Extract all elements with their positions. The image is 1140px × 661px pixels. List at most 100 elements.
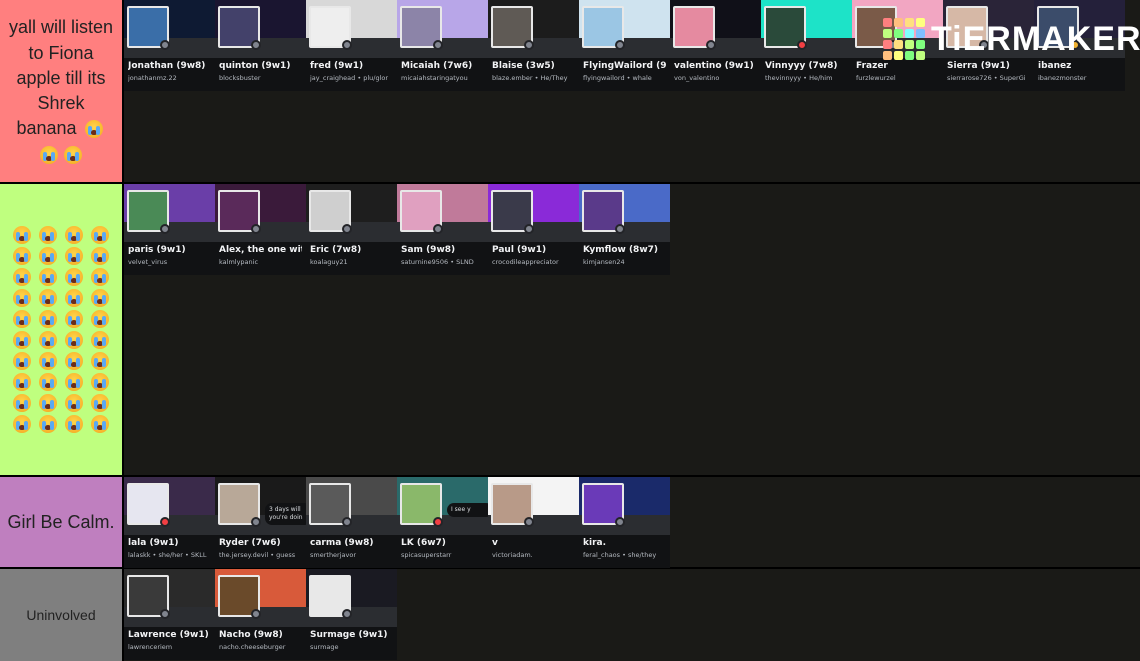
profile-card[interactable]: quinton (9w1) blocksbuster xyxy=(215,0,306,91)
tiermaker-logo[interactable]: TiERMAKER xyxy=(883,18,1140,60)
username-handle: feral_chaos • she/they xyxy=(583,551,657,559)
crying-face-icon xyxy=(91,226,109,244)
emoji-cell xyxy=(89,226,111,244)
profile-info: Frazer furzlewurzel xyxy=(852,58,943,91)
emoji-cell xyxy=(63,415,85,433)
status-indicator-icon xyxy=(524,40,534,50)
profile-card[interactable]: lala (9w1) lalaskk • she/her • SKLL xyxy=(124,477,215,568)
crying-face-icon xyxy=(64,145,82,164)
profile-card[interactable]: Jonathan (9w8) jonathanmz.22 xyxy=(124,0,215,91)
display-name: Nacho (9w8) xyxy=(219,630,283,640)
status-indicator-icon xyxy=(160,40,170,50)
emoji-cell xyxy=(89,247,111,265)
tier-label[interactable]: yall will listen to Fiona apple till its… xyxy=(0,0,124,182)
profile-card[interactable]: Paul (9w1) crocodileappreciator xyxy=(488,184,579,275)
tier-row-2: paris (9w1) velvet_virus Alex, the one wit… xyxy=(0,184,1140,475)
crying-face-icon xyxy=(13,289,31,307)
username-handle: lawrenceriem xyxy=(128,643,173,651)
crying-face-icon xyxy=(91,373,109,391)
tier-board: yall will listen to Fiona apple till its… xyxy=(0,0,1140,661)
profile-card[interactable]: I see y LK (6w7) spicasuperstarr xyxy=(397,477,488,568)
username-handle: the.jersey.devil • guess xyxy=(219,551,296,559)
tier-row-3: Girl Be Calm. lala (9w1) lalaskk • she/he… xyxy=(0,477,1140,568)
emoji-cell xyxy=(63,268,85,286)
tier-label[interactable]: Girl Be Calm. xyxy=(0,477,124,567)
profile-card[interactable]: Eric (7w8) koalaguy21 xyxy=(306,184,397,275)
crying-face-icon xyxy=(91,394,109,412)
profile-card[interactable]: 3 days will you're doin Ryder (7w6) the.je… xyxy=(215,477,306,568)
crying-face-icon xyxy=(39,268,57,286)
profile-card[interactable]: fred (9w1) jay_craighead • plu/glor xyxy=(306,0,397,91)
profile-card[interactable]: paris (9w1) velvet_virus xyxy=(124,184,215,275)
status-indicator-icon xyxy=(160,224,170,234)
emoji-cell xyxy=(63,226,85,244)
profile-card[interactable]: Sam (9w8) saturnine9506 • SLND xyxy=(397,184,488,275)
profile-info: Lawrence (9w1) lawrenceriem xyxy=(124,627,215,660)
profile-card[interactable]: Micaiah (7w6) micaiahstaringatyou xyxy=(397,0,488,91)
crying-face-icon xyxy=(13,247,31,265)
logo-square xyxy=(894,51,903,60)
username-handle: crocodileappreciator xyxy=(492,258,559,266)
profile-card[interactable]: Blaise (3w5) blaze.ember • He/They xyxy=(488,0,579,91)
profile-card[interactable]: carma (9w8) smertherjavor xyxy=(306,477,397,568)
logo-square xyxy=(916,29,925,38)
crying-face-icon xyxy=(91,310,109,328)
status-indicator-icon xyxy=(342,609,352,619)
profile-card[interactable]: kira. feral_chaos • she/they xyxy=(579,477,670,568)
display-name: paris (9w1) xyxy=(128,245,186,255)
emoji-cell xyxy=(11,268,33,286)
username-handle: smertherjavor xyxy=(310,551,357,559)
profile-card[interactable]: Surmage (9w1) surmage xyxy=(306,569,397,660)
profile-info: Paul (9w1) crocodileappreciator xyxy=(488,242,579,275)
crying-face-icon xyxy=(91,247,109,265)
emoji-cell xyxy=(11,289,33,307)
profile-card[interactable]: FlyingWailord (9w1) flyingwailord • whale xyxy=(579,0,670,91)
crying-face-icon xyxy=(91,415,109,433)
logo-square xyxy=(905,18,914,27)
profile-card[interactable]: Lawrence (9w1) lawrenceriem xyxy=(124,569,215,660)
crying-face-icon xyxy=(13,373,31,391)
display-name: Jonathan (9w8) xyxy=(128,61,206,71)
display-name: Alex, the one with the penis xyxy=(219,245,302,255)
status-indicator-icon xyxy=(615,517,625,527)
profile-info: Nacho (9w8) nacho.cheeseburger xyxy=(215,627,306,660)
tier-label[interactable]: Uninvolved xyxy=(0,569,124,661)
profile-card[interactable]: Kymflow (8w7) kimjansen24 xyxy=(579,184,670,275)
logo-square xyxy=(894,29,903,38)
profile-info: Micaiah (7w6) micaiahstaringatyou xyxy=(397,58,488,91)
crying-face-icon xyxy=(39,352,57,370)
username-handle: jay_craighead • plu/glor xyxy=(310,74,389,82)
tier-label-text: Girl Be Calm. xyxy=(7,511,115,532)
emoji-cell xyxy=(11,226,33,244)
emoji-cell xyxy=(89,415,111,433)
profile-card[interactable]: Alex, the one with the penis kalmlypanic xyxy=(215,184,306,275)
crying-face-icon xyxy=(65,289,83,307)
profile-info: Surmage (9w1) surmage xyxy=(306,627,397,660)
profile-info: Alex, the one with the penis kalmlypanic xyxy=(215,242,306,275)
display-name: Vinnyyy (7w8) xyxy=(765,61,838,71)
crying-face-icon xyxy=(39,226,57,244)
profile-card[interactable]: Nacho (9w8) nacho.cheeseburger xyxy=(215,569,306,660)
crying-face-icon xyxy=(65,268,83,286)
status-indicator-icon xyxy=(433,40,443,50)
display-name: Frazer xyxy=(856,61,888,71)
status-indicator-icon xyxy=(615,224,625,234)
emoji-cell xyxy=(37,247,59,265)
profile-info: Eric (7w8) koalaguy21 xyxy=(306,242,397,275)
emoji-cell xyxy=(63,247,85,265)
profile-card[interactable]: v victoriadam. xyxy=(488,477,579,568)
username-handle: blocksbuster xyxy=(219,74,261,82)
logo-square xyxy=(905,40,914,49)
crying-face-icon xyxy=(13,415,31,433)
profile-card[interactable]: Vinnyyy (7w8) thevinnyyy • He/him xyxy=(761,0,852,91)
profile-card[interactable]: valentino (9w1) von_valentino xyxy=(670,0,761,91)
username-handle: thevinnyyy • He/him xyxy=(765,74,833,82)
crying-face-icon xyxy=(65,352,83,370)
emoji-cell xyxy=(63,352,85,370)
display-name: Micaiah (7w6) xyxy=(401,61,473,71)
profile-info: LK (6w7) spicasuperstarr xyxy=(397,535,488,568)
status-indicator-icon xyxy=(342,517,352,527)
profile-info: ibanez ibanezmonster xyxy=(1034,58,1125,91)
tier-label[interactable] xyxy=(0,184,124,475)
emoji-cell xyxy=(11,373,33,391)
